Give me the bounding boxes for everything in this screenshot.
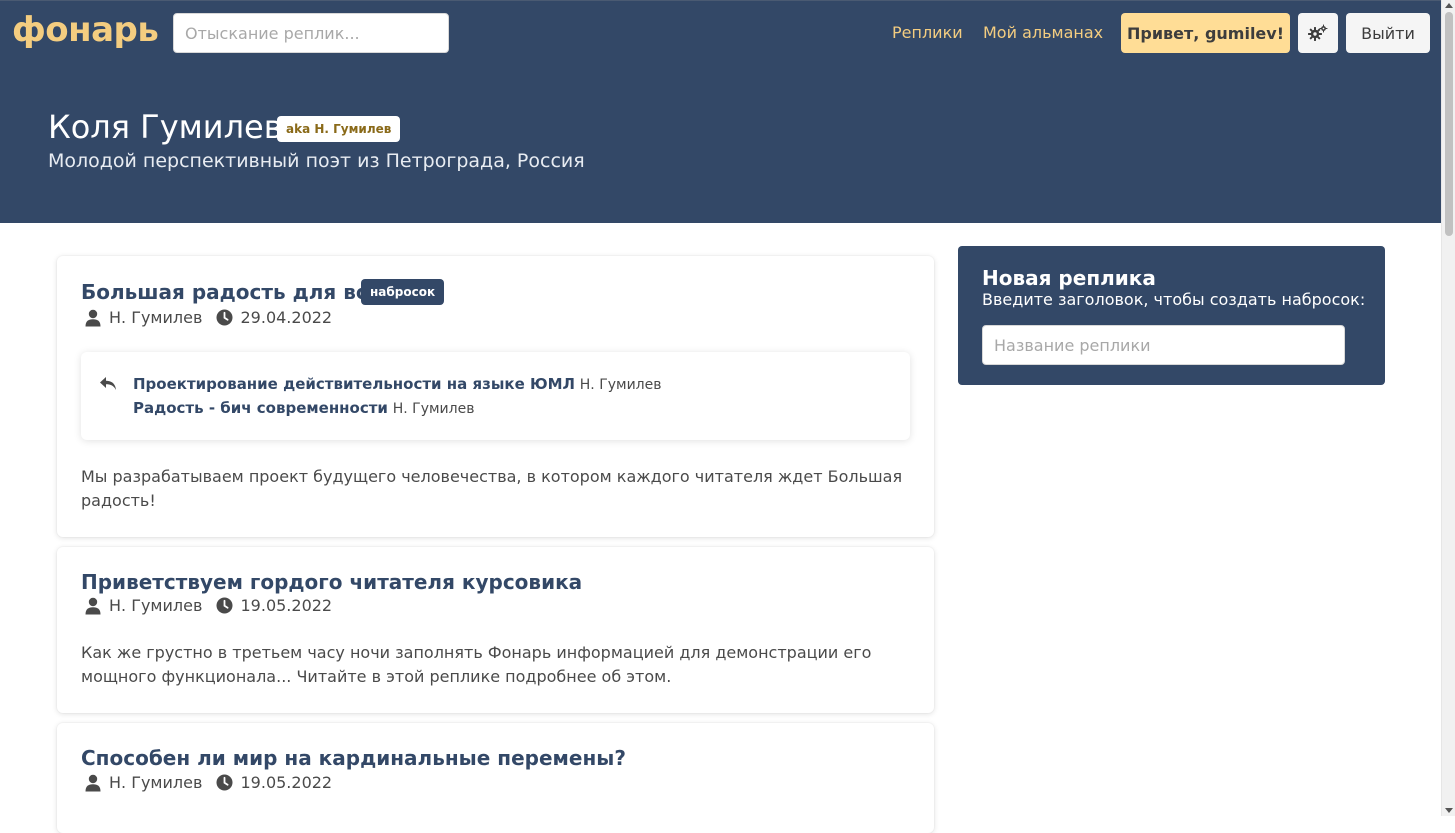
post-title[interactable]: Большая радость для всех! (81, 280, 403, 304)
post-meta: Н. Гумилев 19.05.2022 (81, 595, 332, 615)
settings-button[interactable] (1298, 13, 1338, 53)
post-title[interactable]: Способен ли мир на кардинальные перемены… (81, 746, 626, 770)
user-icon (85, 309, 101, 326)
nav-link-replicas[interactable]: Реплики (892, 23, 963, 42)
scroll-thumb[interactable] (1445, 12, 1453, 236)
search-input[interactable] (173, 13, 449, 53)
profile-hero: Коля Гумилев aka Н. Гумилев Молодой перс… (0, 64, 1441, 223)
post-date: 19.05.2022 (240, 773, 333, 792)
user-icon (85, 774, 101, 791)
new-replica-title: Новая реплика (982, 266, 1156, 290)
navbar: фонарь Реплики Мой альманах Привет, gumi… (0, 0, 1441, 64)
post-excerpt: Как же грустно в третьем часу ночи запол… (81, 643, 872, 686)
post-meta: Н. Гумилев 29.04.2022 (81, 307, 332, 327)
reply-item[interactable]: Радость - бич современности Н. Гумилев (133, 399, 474, 417)
post-card: Приветствуем гордого читателя курсовика … (57, 547, 934, 713)
reply-icon (100, 377, 116, 390)
reply-author: Н. Гумилев (579, 377, 662, 393)
brand-logo[interactable]: фонарь (12, 10, 159, 50)
page-scrollbar[interactable] (1441, 0, 1455, 816)
clock-icon (216, 774, 232, 791)
reply-thread: Проектирование действительности на языке… (81, 352, 910, 440)
reply-title[interactable]: Радость - бич современности (133, 399, 388, 417)
logout-button[interactable]: Выйти (1346, 13, 1430, 53)
user-greeting-button[interactable]: Привет, gumilev! (1121, 13, 1290, 53)
clock-icon (216, 597, 232, 614)
scroll-up-icon[interactable] (1445, 3, 1453, 8)
profile-name: Коля Гумилев (48, 108, 283, 146)
post-title[interactable]: Приветствуем гордого читателя курсовика (81, 570, 582, 594)
post-excerpt: Мы разрабатываем проект будущего человеч… (81, 467, 903, 510)
post-date: 29.04.2022 (240, 308, 333, 327)
post-date: 19.05.2022 (240, 596, 333, 615)
new-replica-panel: Новая реплика Введите заголовок, чтобы с… (958, 246, 1385, 385)
new-replica-hint: Введите заголовок, чтобы создать набросо… (982, 290, 1366, 309)
replica-title-input[interactable] (982, 325, 1345, 365)
user-icon (85, 597, 101, 614)
aka-badge: aka Н. Гумилев (277, 116, 401, 142)
reply-title[interactable]: Проектирование действительности на языке… (133, 375, 575, 393)
gears-icon (1308, 24, 1328, 41)
reply-item[interactable]: Проектирование действительности на языке… (133, 375, 662, 393)
post-meta: Н. Гумилев 19.05.2022 (81, 772, 332, 792)
post-author[interactable]: Н. Гумилев (109, 596, 202, 615)
reply-author: Н. Гумилев (392, 401, 475, 417)
profile-description: Молодой перспективный поэт из Петрограда… (48, 150, 585, 172)
post-card: Способен ли мир на кардинальные перемены… (57, 723, 934, 833)
post-author[interactable]: Н. Гумилев (109, 308, 202, 327)
post-author[interactable]: Н. Гумилев (109, 773, 202, 792)
clock-icon (216, 309, 232, 326)
draft-badge: набросок (361, 279, 445, 305)
post-card: Большая радость для всех! набросок Н. Гу… (57, 256, 934, 537)
nav-link-my-almanac[interactable]: Мой альманах (983, 23, 1103, 42)
scroll-down-icon[interactable] (1445, 808, 1453, 813)
